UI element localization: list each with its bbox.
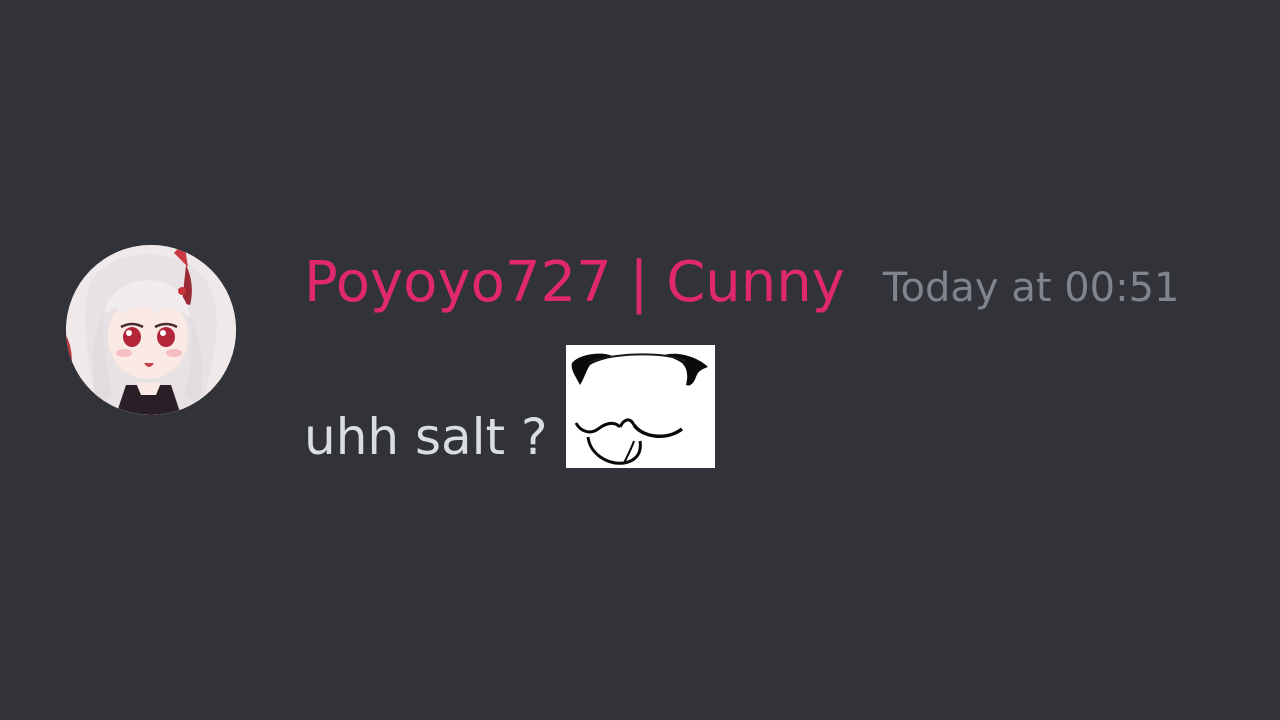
message-header: Poyoyo727 | Cunny Today at 00:51 (304, 250, 1180, 330)
anime-girl-avatar-icon (66, 245, 236, 415)
avatar[interactable] (66, 245, 236, 415)
username[interactable]: Poyoyo727 | Cunny (304, 250, 845, 315)
timestamp[interactable]: Today at 00:51 (883, 265, 1180, 311)
message-content: uhh salt ? (304, 344, 715, 468)
white-blob-face-emoji-icon[interactable] (565, 345, 715, 468)
message-text: uhh salt ? (304, 408, 548, 466)
chat-message: Poyoyo727 | Cunny Today at 00:51 uhh sal… (0, 0, 1280, 720)
